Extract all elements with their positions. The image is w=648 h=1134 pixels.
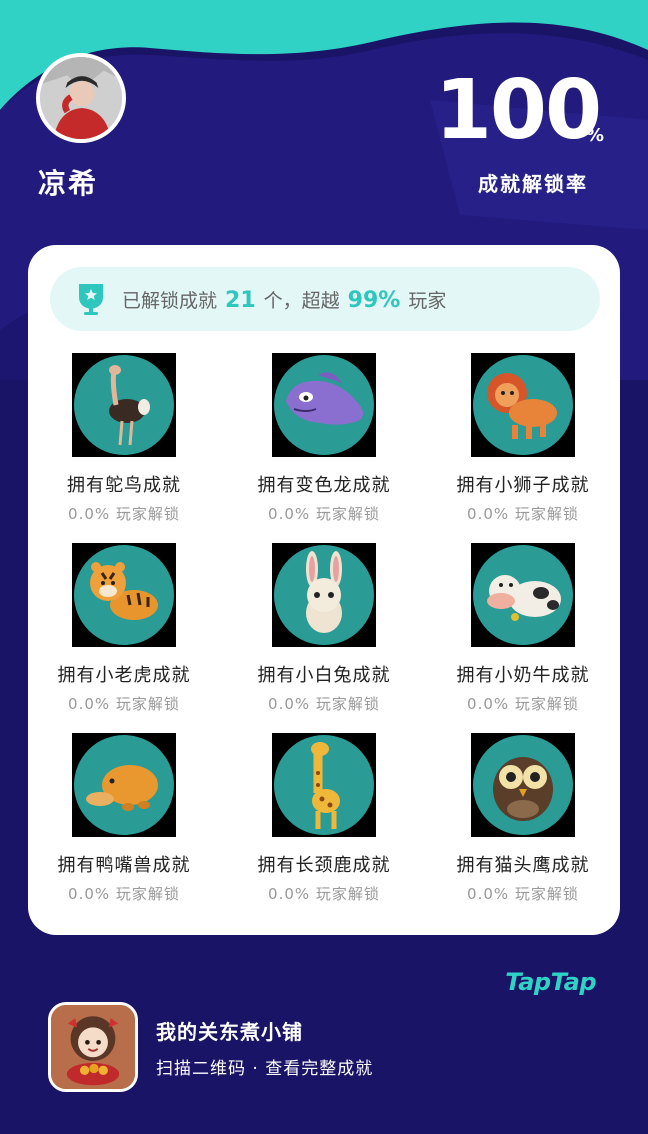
achievement-item[interactable]: 拥有小白兔成就 0.0% 玩家解锁 [234, 543, 414, 714]
summary-middle: 个，超越 [263, 289, 340, 312]
achievement-item[interactable]: 拥有小老虎成就 0.0% 玩家解锁 [34, 543, 214, 714]
game-app-icon[interactable] [48, 1002, 138, 1092]
user-avatar[interactable] [36, 53, 126, 143]
unlock-rate-percent: % [585, 125, 604, 146]
achievement-item[interactable]: 拥有变色龙成就 0.0% 玩家解锁 [234, 353, 414, 524]
achievement-title: 拥有小白兔成就 [257, 665, 391, 686]
summary-prefix: 已解锁成就 [122, 289, 218, 312]
achievement-unlock-rate: 0.0% 玩家解锁 [467, 885, 579, 903]
achievement-unlock-rate: 0.0% 玩家解锁 [68, 695, 180, 713]
achievement-unlock-rate: 0.0% 玩家解锁 [268, 695, 380, 713]
game-subtitle: 扫描二维码 · 查看完整成就 [156, 1059, 374, 1079]
achievement-item[interactable]: 拥有长颈鹿成就 0.0% 玩家解锁 [234, 733, 414, 904]
achievement-unlock-rate: 0.0% 玩家解锁 [268, 885, 380, 903]
achievement-summary: 已解锁成就 21 个，超越 99% 玩家 [50, 267, 600, 331]
achievement-item[interactable]: 拥有小奶牛成就 0.0% 玩家解锁 [433, 543, 613, 714]
platypus-icon [72, 733, 176, 837]
achievement-title: 拥有变色龙成就 [257, 475, 391, 496]
user-photo-icon [40, 57, 122, 139]
achievement-title: 拥有猫头鹰成就 [456, 855, 590, 876]
unlock-rate-label: 成就解锁率 [478, 172, 588, 196]
achievement-item[interactable]: 拥有鸭嘴兽成就 0.0% 玩家解锁 [34, 733, 214, 904]
achievement-title: 拥有小狮子成就 [456, 475, 590, 496]
achievement-unlock-rate: 0.0% 玩家解锁 [68, 885, 180, 903]
summary-suffix: 玩家 [408, 289, 447, 312]
owl-icon [471, 733, 575, 837]
achievement-title: 拥有小老虎成就 [57, 665, 191, 686]
cow-icon [471, 543, 575, 647]
achievements-card: 已解锁成就 21 个，超越 99% 玩家 拥有鸵鸟成就 0.0% 玩家解锁 拥有… [28, 245, 620, 935]
giraffe-icon [272, 733, 376, 837]
achievement-item[interactable]: 拥有鸵鸟成就 0.0% 玩家解锁 [34, 353, 214, 524]
tiger-icon [72, 543, 176, 647]
summary-count: 21 [225, 287, 256, 313]
username: 凉希 [38, 167, 99, 200]
lion-icon [471, 353, 575, 457]
achievement-unlock-rate: 0.0% 玩家解锁 [68, 505, 180, 523]
taptap-logo: TapTap [505, 968, 596, 996]
achievement-title: 拥有鸭嘴兽成就 [57, 855, 191, 876]
summary-percent: 99% [347, 287, 401, 313]
rabbit-icon [272, 543, 376, 647]
achievement-title: 拥有长颈鹿成就 [257, 855, 391, 876]
achievement-unlock-rate: 0.0% 玩家解锁 [467, 695, 579, 713]
trophy-icon [79, 284, 103, 315]
achievement-unlock-rate: 0.0% 玩家解锁 [467, 505, 579, 523]
achievement-unlock-rate: 0.0% 玩家解锁 [268, 505, 380, 523]
game-title: 我的关东煮小铺 [156, 1020, 303, 1044]
achievement-title: 拥有小奶牛成就 [456, 665, 590, 686]
chameleon-icon [272, 353, 376, 457]
achievement-item[interactable]: 拥有猫头鹰成就 0.0% 玩家解锁 [433, 733, 613, 904]
unlock-rate-value: 100 [434, 63, 602, 158]
achievement-item[interactable]: 拥有小狮子成就 0.0% 玩家解锁 [433, 353, 613, 524]
ostrich-icon [72, 353, 176, 457]
achievement-title: 拥有鸵鸟成就 [67, 475, 181, 496]
